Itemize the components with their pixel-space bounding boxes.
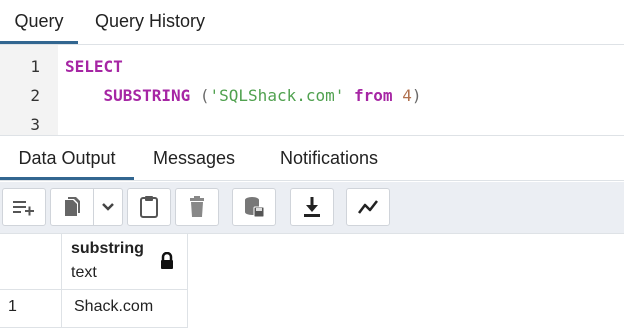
graph-visualiser-icon <box>358 200 378 214</box>
code-line-1[interactable]: SELECT <box>65 57 123 76</box>
chevron-down-icon <box>102 203 114 211</box>
tab-query-history[interactable]: Query History <box>95 0 205 44</box>
download-button[interactable] <box>290 188 334 226</box>
paste-button[interactable] <box>127 188 171 226</box>
copy-options-button[interactable] <box>93 188 123 226</box>
from-keyword: from <box>354 86 393 105</box>
save-data-icon <box>245 197 265 218</box>
copy-icon <box>65 197 80 216</box>
save-data-button[interactable] <box>232 188 276 226</box>
row-number: 1 <box>8 298 17 315</box>
paste-icon <box>140 196 158 218</box>
results-tabs: Data Output Messages Notifications <box>0 137 624 181</box>
open-paren: ( <box>199 86 210 105</box>
column-type: text <box>71 264 97 281</box>
table-cell[interactable]: Shack.com <box>62 290 188 328</box>
delete-button[interactable] <box>175 188 219 226</box>
tab-data-output[interactable]: Data Output <box>0 137 134 180</box>
row-number-cell[interactable]: 1 <box>0 290 62 328</box>
copy-button[interactable] <box>50 188 94 226</box>
tab-query[interactable]: Query <box>0 0 78 44</box>
code-line-2[interactable]: SUBSTRING ('SQLShack.com' from 4) <box>65 86 422 105</box>
tab-notifications[interactable]: Notifications <box>280 137 378 180</box>
close-paren: ) <box>411 86 422 105</box>
add-row-icon <box>13 201 34 216</box>
number-literal: 4 <box>402 86 412 105</box>
line-number: 2 <box>30 86 40 105</box>
tab-messages[interactable]: Messages <box>153 137 235 180</box>
query-tabs: Query Query History <box>0 0 624 45</box>
sql-editor[interactable]: 1 2 3 SELECT SUBSTRING ('SQLShack.com' f… <box>0 45 624 136</box>
download-icon <box>304 197 320 217</box>
row-number-header <box>0 234 62 290</box>
substring-function: SUBSTRING <box>103 86 191 105</box>
data-toolbar <box>0 182 624 234</box>
column-name: substring <box>71 240 144 257</box>
select-keyword: SELECT <box>65 57 123 76</box>
add-row-button[interactable] <box>2 188 46 226</box>
string-literal: 'SQLShack.com' <box>209 86 345 105</box>
result-grid: substring text 1 Shack.com <box>0 234 624 332</box>
column-header-substring[interactable]: substring text <box>62 234 188 290</box>
line-number: 1 <box>30 57 40 76</box>
line-number-gutter: 1 2 3 <box>0 45 58 135</box>
lock-icon <box>161 252 173 269</box>
cell-value: Shack.com <box>74 298 154 315</box>
graph-visualiser-button[interactable] <box>346 188 390 226</box>
line-number: 3 <box>30 115 40 134</box>
delete-icon <box>190 196 204 217</box>
